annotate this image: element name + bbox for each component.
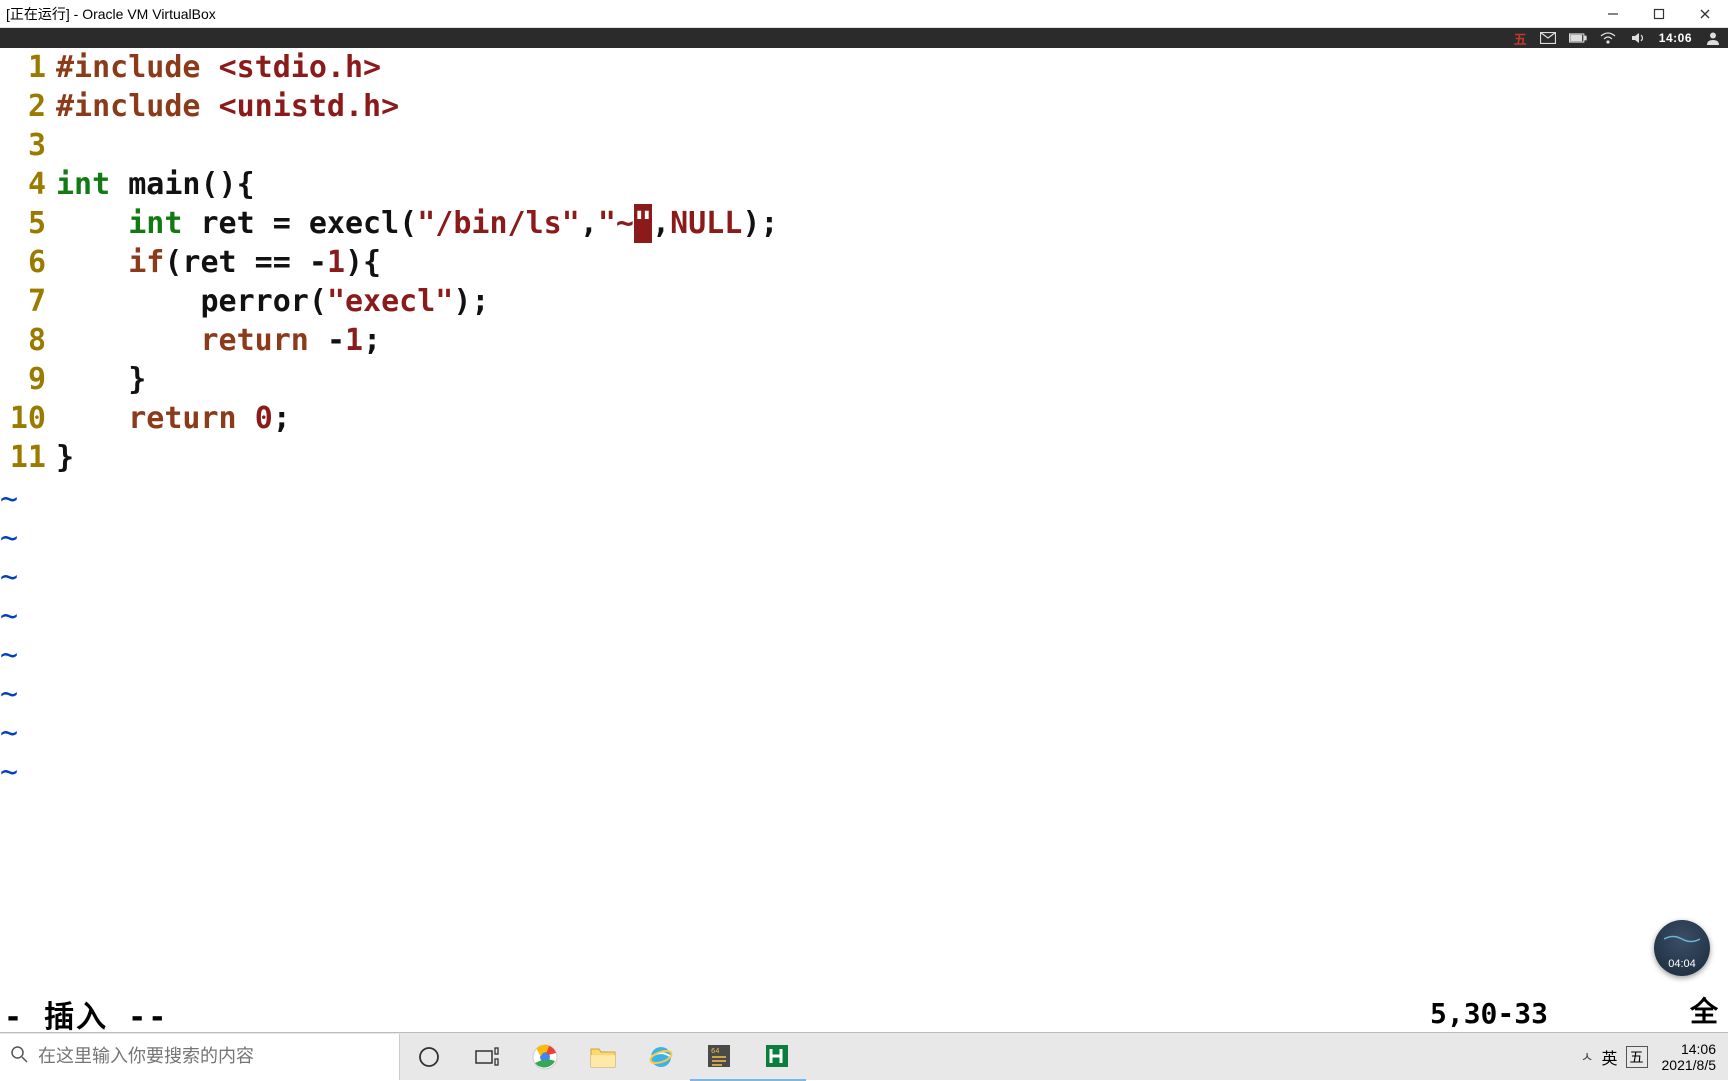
line-number: 3 — [0, 126, 46, 165]
vim-scroll-percent: 全 — [1690, 990, 1718, 1030]
code-line: int ret = execl("/bin/ls","~",NULL); — [56, 204, 1728, 243]
line-number: 11 — [0, 438, 46, 477]
taskbar-clock[interactable]: 14:06 2021/8/5 — [1656, 1041, 1723, 1073]
code-line: #include <unistd.h> — [56, 87, 1728, 126]
host-titlebar: [正在运行] - Oracle VM VirtualBox — [0, 0, 1728, 28]
code-lines[interactable]: #include <stdio.h> #include <unistd.h> i… — [56, 48, 1728, 1008]
mail-icon[interactable] — [1539, 29, 1557, 47]
code-line: } — [56, 360, 1728, 399]
line-number: 4 — [0, 165, 46, 204]
code-line: if(ret == -1){ — [56, 243, 1728, 282]
window-title: [正在运行] - Oracle VM VirtualBox — [6, 4, 216, 24]
vim-cursor-position: 5,30-33 — [1430, 997, 1548, 1030]
code-line: return 0; — [56, 399, 1728, 438]
code-line: } — [56, 438, 1728, 477]
guest-ime-indicator[interactable]: 五 — [1514, 29, 1527, 48]
taskbar-search[interactable] — [0, 1034, 400, 1080]
editor-area[interactable]: 1 2 3 4 5 6 7 8 9 10 11 #include <stdio.… — [0, 48, 1728, 1008]
vim-tilde: ~ — [0, 480, 18, 519]
code-line: #include <stdio.h> — [56, 48, 1728, 87]
app-icon-2[interactable] — [748, 1033, 806, 1081]
user-icon[interactable] — [1704, 29, 1722, 47]
cortana-button[interactable] — [400, 1033, 458, 1081]
wifi-icon[interactable] — [1599, 29, 1617, 47]
line-number: 1 — [0, 48, 46, 87]
volume-icon[interactable] — [1629, 29, 1647, 47]
task-view-button[interactable] — [458, 1033, 516, 1081]
vim-tilde: ~ — [0, 519, 18, 558]
maximize-button[interactable] — [1636, 0, 1682, 28]
vim-tilde: ~ — [0, 753, 18, 792]
line-number: 9 — [0, 360, 46, 399]
line-number: 5 — [0, 204, 46, 243]
vim-tilde: ~ — [0, 597, 18, 636]
code-line: perror("execl"); — [56, 282, 1728, 321]
taskbar-items: 64 — [400, 1033, 806, 1080]
search-icon — [10, 1045, 28, 1068]
video-timestamp-badge: 04:04 — [1654, 920, 1710, 976]
vim-tilde: ~ — [0, 714, 18, 753]
file-explorer-icon[interactable] — [574, 1033, 632, 1081]
vim-mode: - 插入 -- — [4, 992, 168, 1036]
code-line: return -1; — [56, 321, 1728, 360]
svg-text:64: 64 — [711, 1048, 719, 1056]
line-number: 8 — [0, 321, 46, 360]
vim-tilde: ~ — [0, 636, 18, 675]
code-line — [56, 126, 1728, 165]
chrome-icon[interactable] — [516, 1033, 574, 1081]
battery-icon[interactable] — [1569, 29, 1587, 47]
ie-icon[interactable] — [632, 1033, 690, 1081]
line-number: 6 — [0, 243, 46, 282]
line-number: 7 — [0, 282, 46, 321]
ime-language: 英 — [1601, 1045, 1617, 1069]
minimize-button[interactable] — [1590, 0, 1636, 28]
line-number: 10 — [0, 399, 46, 438]
badge-time: 04:04 — [1668, 958, 1696, 970]
clock-date: 2021/8/5 — [1662, 1057, 1717, 1073]
vim-tilde: ~ — [0, 675, 18, 714]
code-line: int main(){ — [56, 165, 1728, 204]
vim-tilde: ~ — [0, 558, 18, 597]
ime-indicator[interactable]: 英 五 — [1601, 1045, 1647, 1069]
ime-mode: 五 — [1626, 1046, 1648, 1068]
line-number: 2 — [0, 87, 46, 126]
guest-menubar: 五 14:06 — [0, 28, 1728, 48]
close-button[interactable] — [1682, 0, 1728, 28]
taskbar-tray: ㅅ 英 五 14:06 2021/8/5 — [1581, 1033, 1728, 1080]
text-cursor: " — [634, 204, 652, 243]
clock-time: 14:06 — [1662, 1041, 1717, 1057]
search-input[interactable] — [38, 1046, 378, 1067]
guest-clock[interactable]: 14:06 — [1659, 31, 1692, 45]
app-icon-1[interactable]: 64 — [690, 1033, 748, 1081]
window-controls — [1590, 0, 1728, 28]
tray-chevron-icon[interactable]: ㅅ — [1581, 1047, 1594, 1067]
host-taskbar: 64 ㅅ 英 五 14:06 2021/8/5 — [0, 1032, 1728, 1080]
vim-statusline: - 插入 -- 5,30-33 全 — [0, 992, 1728, 1032]
